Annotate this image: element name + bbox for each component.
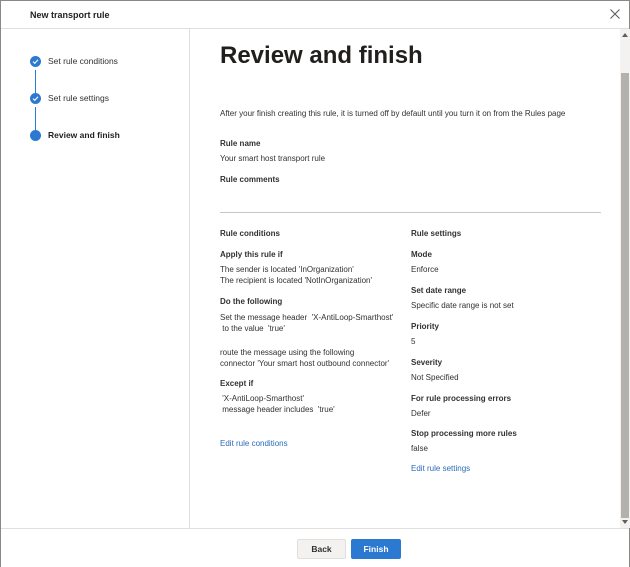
rule-comments-label: Rule comments <box>220 175 280 184</box>
except-if-label: Except if <box>220 379 254 388</box>
date-range-value: Specific date range is not set <box>411 301 514 310</box>
scroll-down-arrow-icon[interactable] <box>622 520 628 524</box>
transport-rule-panel: New transport rule Set rule conditions S… <box>0 0 630 567</box>
rule-name-value: Your smart host transport rule <box>220 154 326 163</box>
step-label: Set rule conditions <box>48 56 118 66</box>
intro-text: After your finish creating this rule, it… <box>220 109 566 118</box>
edit-rule-conditions-link[interactable]: Edit rule conditions <box>220 439 288 448</box>
step-connector <box>35 107 36 132</box>
action-line: to the value 'true' <box>220 324 285 333</box>
wizard-steps: Set rule conditions Set rule settings Re… <box>1 29 190 528</box>
action-line: Set the message header 'X-AntiLoop-Smart… <box>220 313 394 322</box>
panel-footer: Back Finish <box>1 528 629 567</box>
date-range-label: Set date range <box>411 286 467 295</box>
rule-settings-heading: Rule settings <box>411 229 462 238</box>
priority-label: Priority <box>411 322 440 331</box>
mode-label: Mode <box>411 250 432 259</box>
section-divider <box>220 212 601 213</box>
finish-button[interactable]: Finish <box>351 539 401 559</box>
condition-line: The sender is located 'InOrganization' <box>220 265 354 274</box>
priority-value: 5 <box>411 337 416 346</box>
mode-value: Enforce <box>411 265 439 274</box>
action-line: route the message using the following <box>220 348 355 357</box>
back-button[interactable]: Back <box>297 539 346 559</box>
processing-errors-label: For rule processing errors <box>411 394 512 403</box>
do-following-label: Do the following <box>220 297 283 306</box>
rule-conditions-heading: Rule conditions <box>220 229 280 238</box>
current-step-dot <box>30 130 41 141</box>
checkmark-icon <box>30 56 41 67</box>
action-line: connector 'Your smart host outbound conn… <box>220 359 390 368</box>
page-title: Review and finish <box>220 42 423 69</box>
step-connector <box>35 70 36 95</box>
scrollbar-thumb[interactable] <box>621 73 629 518</box>
scroll-up-arrow-icon[interactable] <box>622 33 628 37</box>
rule-name-label: Rule name <box>220 139 261 148</box>
vertical-scrollbar[interactable] <box>620 29 630 528</box>
exception-line: 'X-AntiLoop-Smarthost' <box>220 394 304 403</box>
stop-processing-label: Stop processing more rules <box>411 429 517 438</box>
severity-value: Not Specified <box>411 373 459 382</box>
checkmark-icon <box>30 93 41 104</box>
review-content: Review and finish After your finish crea… <box>190 29 620 528</box>
panel-title: New transport rule <box>30 10 110 20</box>
step-label: Review and finish <box>48 130 120 140</box>
severity-label: Severity <box>411 358 443 367</box>
stop-processing-value: false <box>411 444 428 453</box>
step-label: Set rule settings <box>48 93 109 103</box>
close-icon[interactable] <box>607 6 623 22</box>
exception-line: message header includes 'true' <box>220 405 335 414</box>
edit-rule-settings-link[interactable]: Edit rule settings <box>411 464 470 473</box>
panel-header: New transport rule <box>1 1 629 29</box>
apply-rule-if-label: Apply this rule if <box>220 250 283 259</box>
processing-errors-value: Defer <box>411 409 431 418</box>
condition-line: The recipient is located 'NotInOrganizat… <box>220 276 373 285</box>
